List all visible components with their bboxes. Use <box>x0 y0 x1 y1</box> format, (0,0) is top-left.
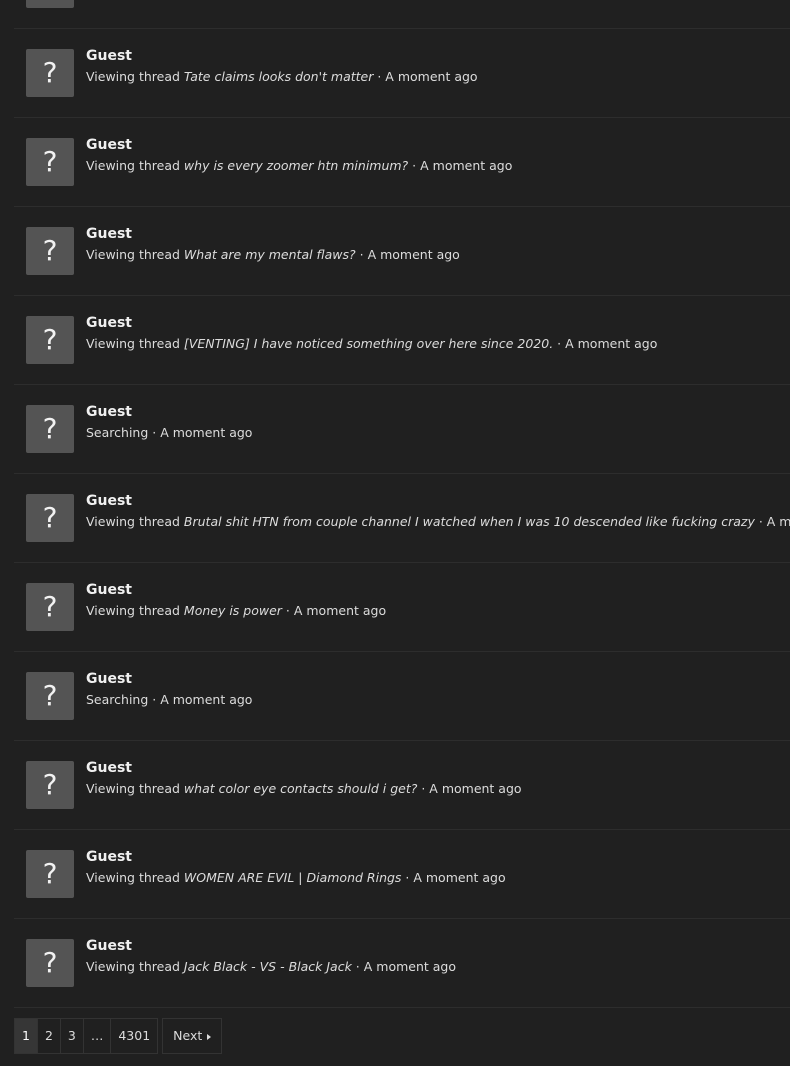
list-item: ? Guest Viewing thread WOMEN ARE EVIL | Di… <box>14 830 790 919</box>
activity-action: Viewing thread <box>86 514 184 529</box>
activity-time: · A moment ago <box>553 336 658 351</box>
page-button[interactable]: 1 <box>14 1018 38 1054</box>
online-list: ?Guest?GuestViewing thread Tate claims l… <box>14 0 790 1008</box>
pagination: 1 2 3… 4301 Next <box>14 1018 223 1054</box>
guest-avatar[interactable]: ? <box>26 405 74 453</box>
thread-link[interactable]: WOMEN ARE EVIL | Diamond Rings <box>184 870 402 885</box>
user-name: Guest <box>86 938 132 954</box>
guest-avatar[interactable]: ? <box>26 939 74 987</box>
thread-link[interactable]: Tate claims looks don't matter <box>184 69 373 84</box>
list-item: ? Guest Viewing thread [VENTING] I have no… <box>14 296 790 385</box>
thread-link[interactable]: What are my mental flaws? <box>184 247 356 262</box>
user-name: Guest <box>86 760 132 776</box>
page-button[interactable]: 2 <box>36 1018 61 1054</box>
activity-text: Viewing thread Jack Black - VS - Black J… <box>86 959 456 974</box>
user-name: Guest <box>86 404 132 420</box>
next-page-button[interactable]: Next <box>162 1018 223 1054</box>
guest-avatar[interactable]: ? <box>26 0 74 8</box>
activity-text: Searching · A moment ago <box>86 425 252 440</box>
activity-action: Viewing thread <box>86 336 184 351</box>
guest-avatar[interactable]: ? <box>26 494 74 542</box>
activity-time: · A moment ago <box>401 870 506 885</box>
guest-avatar[interactable]: ? <box>26 49 74 97</box>
guest-avatar[interactable]: ? <box>26 761 74 809</box>
list-item: ? Guest Viewing thread What are my mental … <box>14 207 790 296</box>
thread-link[interactable]: Jack Black - VS - Black Jack <box>184 959 352 974</box>
activity-text: Searching · A moment ago <box>86 692 252 707</box>
user-name: Guest <box>86 48 132 64</box>
guest-avatar[interactable]: ? <box>26 583 74 631</box>
pagination-ellipsis: … <box>82 1018 112 1054</box>
activity-action: Searching <box>86 425 149 440</box>
activity-time: · A moment ago <box>758 514 790 529</box>
guest-avatar[interactable]: ? <box>26 850 74 898</box>
guest-avatar[interactable]: ? <box>26 672 74 720</box>
caret-right-icon <box>207 1033 212 1040</box>
list-item: ? Guest Searching · A moment ago <box>14 385 790 474</box>
activity-text: Viewing thread [VENTING] I have noticed … <box>86 336 657 351</box>
thread-link[interactable]: Money is power <box>184 603 282 618</box>
user-name: Guest <box>86 582 132 598</box>
online-members-page: ?Guest?GuestViewing thread Tate claims l… <box>0 0 790 1066</box>
list-item: ?Guest <box>14 0 790 29</box>
activity-action: Viewing thread <box>86 247 184 262</box>
thread-link[interactable]: what color eye contacts should i get? <box>184 781 417 796</box>
activity-time: · A moment ago <box>148 425 253 440</box>
page-button[interactable]: 3 <box>59 1018 84 1054</box>
activity-action: Viewing thread <box>86 959 184 974</box>
user-name: Guest <box>86 137 132 153</box>
next-label: Next <box>173 1028 203 1043</box>
user-name: Guest <box>86 671 132 687</box>
activity-text: Viewing thread why is every zoomer htn m… <box>86 158 512 173</box>
list-item: ? Guest Viewing thread Jack Black - VS - B… <box>14 919 790 1008</box>
activity-action: Searching <box>86 692 149 707</box>
activity-time: · A moment ago <box>408 158 513 173</box>
list-item: ? Guest Searching · A moment ago <box>14 652 790 741</box>
user-name: Guest <box>86 493 132 509</box>
user-name: Guest <box>86 226 132 242</box>
activity-text: Viewing thread Tate claims looks don't m… <box>86 69 478 84</box>
activity-text: Viewing thread what color eye contacts s… <box>86 781 522 796</box>
activity-action: Viewing thread <box>86 781 184 796</box>
activity-time: · A moment ago <box>351 959 457 974</box>
list-item: ? Guest Viewing thread what color eye cont… <box>14 741 790 830</box>
activity-time: · A moment ago <box>417 781 522 796</box>
list-item: ? Guest Viewing thread Tate claims looks d… <box>14 29 790 118</box>
page-button[interactable]: 4301 <box>110 1018 159 1054</box>
guest-avatar[interactable]: ? <box>26 227 74 275</box>
activity-action: Viewing thread <box>86 603 184 618</box>
thread-link[interactable]: why is every zoomer htn minimum? <box>184 158 408 173</box>
list-item: ? Guest Viewing thread Money is power · A … <box>14 563 790 652</box>
activity-time: · A moment ago <box>355 247 460 262</box>
activity-text: Viewing thread WOMEN ARE EVIL | Diamond … <box>86 870 506 885</box>
list-item: ? Guest Viewing thread why is every zoomer… <box>14 118 790 207</box>
guest-avatar[interactable]: ? <box>26 138 74 186</box>
user-name: Guest <box>86 315 132 331</box>
thread-link[interactable]: [VENTING] I have noticed something over … <box>184 336 553 351</box>
user-name: Guest <box>86 849 132 865</box>
activity-action: Viewing thread <box>86 158 184 173</box>
activity-time: · A moment ago <box>148 692 253 707</box>
list-item: ? Guest Viewing thread Brutal shit HTN fro… <box>14 474 790 563</box>
activity-text: Viewing thread Money is power · A moment… <box>86 603 386 618</box>
thread-link[interactable]: Brutal shit HTN from couple channel I wa… <box>184 514 755 529</box>
activity-text: Viewing thread What are my mental flaws?… <box>86 247 460 262</box>
activity-action: Viewing thread <box>86 69 184 84</box>
guest-avatar[interactable]: ? <box>26 316 74 364</box>
activity-time: · A moment ago <box>373 69 478 84</box>
activity-text: Viewing thread Brutal shit HTN from coup… <box>86 514 790 529</box>
activity-time: · A moment ago <box>281 603 387 618</box>
activity-action: Viewing thread <box>86 870 184 885</box>
